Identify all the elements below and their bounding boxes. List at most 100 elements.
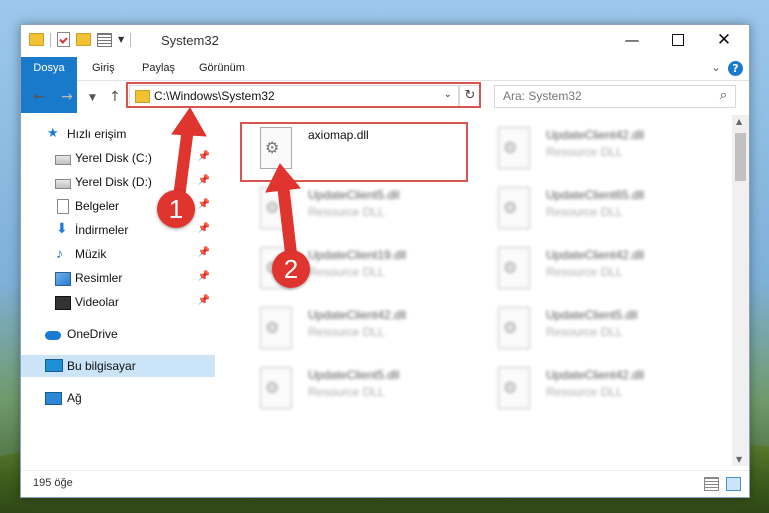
- sidebar-item-onedrive[interactable]: OneDrive: [21, 323, 215, 345]
- pin-icon[interactable]: 📌: [198, 175, 210, 186]
- file-item[interactable]: UpdateClient5.dll Resource DLL: [244, 181, 472, 237]
- minimize-button[interactable]: —: [609, 25, 655, 55]
- window-title: System32: [161, 33, 219, 48]
- help-icon[interactable]: ?: [728, 61, 743, 76]
- close-button[interactable]: ✕: [701, 25, 747, 55]
- file-item[interactable]: UpdateClient42.dll Resource DLL: [482, 361, 710, 417]
- pin-icon[interactable]: 📌: [198, 247, 210, 258]
- file-type: Resource DLL: [546, 265, 623, 279]
- file-name: UpdateClient5.dll: [308, 368, 400, 382]
- file-type: Resource DLL: [308, 265, 385, 279]
- file-item[interactable]: UpdateClient5.dll Resource DLL: [244, 361, 472, 417]
- dll-file-icon: [260, 187, 292, 229]
- file-type: Resource DLL: [308, 205, 385, 219]
- recent-locations-icon[interactable]: ▼: [89, 93, 96, 103]
- sidebar-item-this-pc[interactable]: Bu bilgisayar: [21, 355, 215, 377]
- tab-share[interactable]: Paylaş: [142, 57, 175, 80]
- file-item[interactable]: UpdateClient42.dll Resource DLL: [482, 241, 710, 297]
- navigation-pane: ★ Hızlı erişim Yerel Disk (C:) 📌 Yerel D…: [21, 115, 215, 466]
- documents-icon: [57, 199, 69, 214]
- scroll-up-icon[interactable]: ▲: [736, 117, 742, 126]
- folder-icon: [29, 33, 44, 46]
- file-item[interactable]: UpdateClient42.dll Resource DLL: [482, 121, 710, 177]
- sidebar-item-label: Yerel Disk (C:): [75, 151, 152, 165]
- item-count: 195 öğe: [33, 477, 73, 489]
- pictures-icon: [55, 272, 71, 286]
- large-icons-view-icon[interactable]: [726, 477, 741, 491]
- sidebar-item-label: Videolar: [75, 295, 119, 309]
- pin-icon[interactable]: 📌: [198, 295, 210, 306]
- sidebar-item-label: Ağ: [67, 391, 82, 405]
- computer-icon: [45, 359, 63, 372]
- pin-icon[interactable]: 📌: [198, 151, 210, 162]
- new-folder-icon[interactable]: [76, 33, 91, 46]
- dll-file-icon: [498, 247, 530, 289]
- file-item[interactable]: UpdateClient65.dll Resource DLL: [482, 181, 710, 237]
- sidebar-item-network[interactable]: Ağ: [21, 387, 215, 409]
- file-type: Resource DLL: [308, 385, 385, 399]
- customize-dropdown-icon[interactable]: ▼: [118, 35, 124, 44]
- file-type: Resource DLL: [546, 145, 623, 159]
- navigation-bar: ← → ▼ ↑ C:\Windows\System32 ⌄ ↻ Ara: Sys…: [21, 81, 749, 114]
- pin-icon[interactable]: 📌: [198, 199, 210, 210]
- drive-icon: [55, 155, 71, 165]
- tab-home[interactable]: Giriş: [92, 57, 115, 80]
- search-placeholder: Ara: System32: [503, 89, 582, 103]
- dll-file-icon: [498, 307, 530, 349]
- view-options-icon[interactable]: [97, 32, 112, 47]
- sidebar-item-pictures[interactable]: Resimler 📌: [21, 267, 215, 289]
- sidebar-item-label: Müzik: [75, 247, 107, 261]
- dll-file-icon: [498, 367, 530, 409]
- onedrive-icon: [45, 331, 61, 340]
- downloads-icon: ⬇: [56, 220, 68, 236]
- file-name: UpdateClient19.dll: [308, 248, 407, 262]
- callout-1: 1: [157, 190, 195, 228]
- vertical-scrollbar[interactable]: ▲ ▼: [732, 115, 749, 466]
- callout-2: 2: [272, 250, 310, 288]
- address-highlight-box: [126, 82, 481, 108]
- sidebar-item-videos[interactable]: Videolar 📌: [21, 291, 215, 313]
- back-button[interactable]: ←: [33, 89, 45, 105]
- file-item[interactable]: UpdateClient5.dll Resource DLL: [482, 301, 710, 357]
- file-name: UpdateClient42.dll: [308, 308, 407, 322]
- search-icon: ⌕: [719, 88, 727, 103]
- scrollbar-thumb[interactable]: [735, 133, 746, 181]
- file-type: Resource DLL: [308, 325, 385, 339]
- properties-icon[interactable]: [57, 32, 70, 47]
- dll-file-icon: [260, 367, 292, 409]
- videos-icon: [55, 296, 71, 310]
- pin-icon[interactable]: 📌: [198, 271, 210, 282]
- sidebar-item-label: İndirmeler: [75, 223, 129, 237]
- maximize-button[interactable]: [655, 25, 701, 55]
- expand-ribbon-icon[interactable]: ⌄: [711, 60, 721, 74]
- sidebar-item-label: OneDrive: [67, 327, 118, 341]
- network-icon: [45, 392, 62, 405]
- scroll-down-icon[interactable]: ▼: [736, 455, 742, 464]
- toolbar-divider: [50, 32, 51, 47]
- tab-view[interactable]: Görünüm: [199, 57, 245, 80]
- file-item[interactable]: UpdateClient42.dll Resource DLL: [244, 301, 472, 357]
- file-name: UpdateClient42.dll: [546, 248, 645, 262]
- forward-button[interactable]: →: [61, 89, 73, 105]
- file-name: UpdateClient42.dll: [546, 128, 645, 142]
- music-icon: ♪: [56, 245, 63, 261]
- file-explorer-window: ▼ System32 — ✕ Dosya Giriş Paylaş Görünü…: [20, 24, 750, 498]
- file-name: UpdateClient42.dll: [546, 368, 645, 382]
- pin-icon[interactable]: 📌: [198, 223, 210, 234]
- file-name: UpdateClient5.dll: [546, 308, 638, 322]
- sidebar-item-label: Bu bilgisayar: [67, 359, 136, 373]
- file-name: UpdateClient65.dll: [546, 188, 645, 202]
- file-highlight-box: [240, 122, 468, 182]
- up-button[interactable]: ↑: [109, 89, 121, 105]
- sidebar-item-music[interactable]: ♪ Müzik 📌: [21, 243, 215, 265]
- file-name: UpdateClient5.dll: [308, 188, 400, 202]
- sidebar-item-local-disk-d[interactable]: Yerel Disk (D:) 📌: [21, 171, 215, 193]
- sidebar-item-local-disk-c[interactable]: Yerel Disk (C:) 📌: [21, 147, 215, 169]
- dll-file-icon: [498, 127, 530, 169]
- search-box[interactable]: Ara: System32 ⌕: [494, 85, 736, 108]
- details-view-icon[interactable]: [704, 477, 719, 491]
- drive-icon: [55, 179, 71, 189]
- sidebar-item-quick-access[interactable]: ★ Hızlı erişim: [21, 123, 215, 145]
- file-type: Resource DLL: [546, 205, 623, 219]
- file-type: Resource DLL: [546, 385, 623, 399]
